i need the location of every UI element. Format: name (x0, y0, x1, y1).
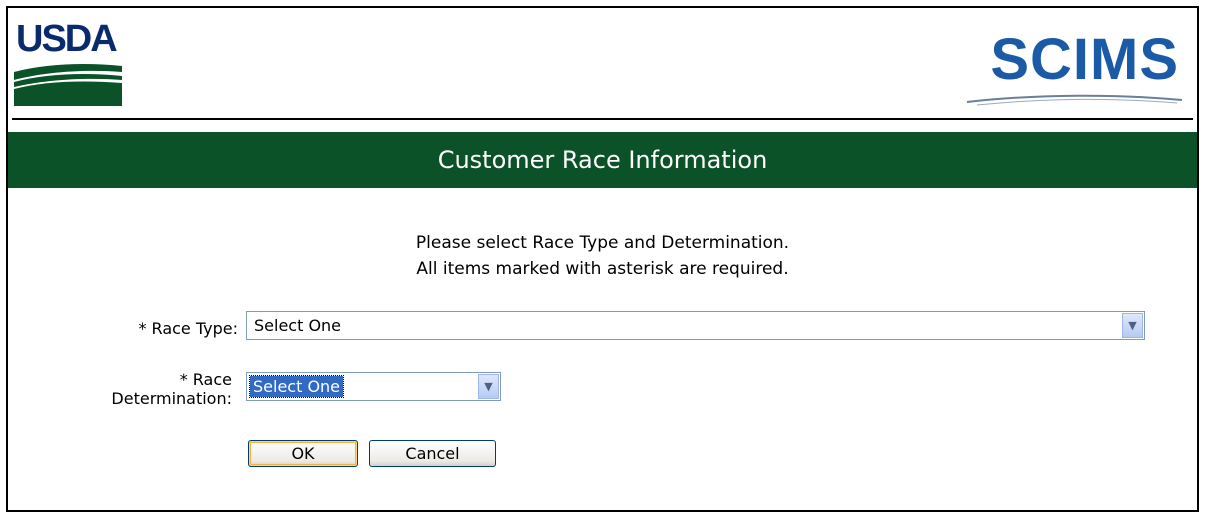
race-type-value: Select One (254, 316, 342, 335)
header-divider (12, 118, 1193, 120)
page-title: Customer Race Information (8, 132, 1197, 188)
cancel-button[interactable]: Cancel (369, 440, 496, 467)
race-determination-label: * Race Determination: (48, 370, 232, 408)
header: USDA SCIMS (8, 8, 1197, 123)
chevron-down-icon[interactable]: ▼ (1122, 313, 1143, 338)
instructions-line-2: All items marked with asterisk are requi… (416, 259, 789, 279)
scims-logo-text: SCIMS (990, 27, 1179, 92)
race-determination-select[interactable]: Select One ▼ (246, 372, 501, 401)
dialog-frame: USDA SCIMS Customer Race Information Ple… (6, 6, 1199, 512)
instructions-line-1: Please select Race Type and Determinatio… (415, 233, 790, 253)
race-determination-value: Select One (248, 375, 345, 398)
race-type-select[interactable]: Select One ▼ (246, 311, 1145, 340)
race-type-label: * Race Type: (138, 319, 238, 338)
scims-logo: SCIMS (957, 20, 1187, 110)
scims-swoosh-icon (966, 94, 1183, 106)
usda-logo-text: USDA (16, 18, 118, 60)
ok-button[interactable]: OK (248, 440, 358, 467)
usda-logo: USDA (14, 18, 122, 106)
usda-waves-icon (14, 64, 122, 106)
chevron-down-icon[interactable]: ▼ (478, 374, 499, 399)
race-determination-label-line-1: * Race (179, 370, 232, 389)
instructions: Please select Race Type and Determinatio… (8, 230, 1197, 282)
race-determination-label-line-2: Determination: (111, 389, 232, 408)
